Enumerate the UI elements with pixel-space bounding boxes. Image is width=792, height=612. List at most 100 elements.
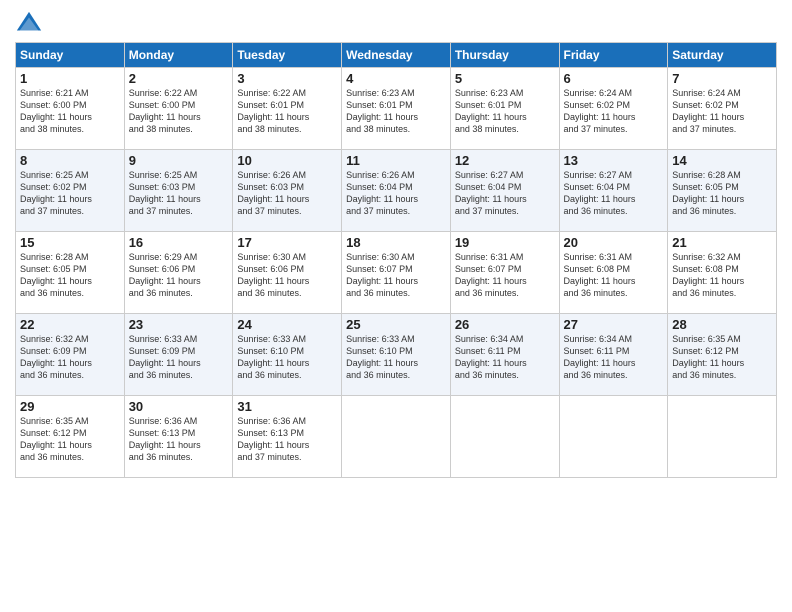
calendar-cell: 30Sunrise: 6:36 AMSunset: 6:13 PMDayligh… xyxy=(124,396,233,478)
calendar-cell: 11Sunrise: 6:26 AMSunset: 6:04 PMDayligh… xyxy=(342,150,451,232)
cell-info: Sunset: 6:10 PM xyxy=(237,345,337,357)
cell-info: Sunset: 6:03 PM xyxy=(237,181,337,193)
cell-info: Sunrise: 6:32 AM xyxy=(672,251,772,263)
cell-info: Daylight: 11 hours xyxy=(20,439,120,451)
cell-info: Daylight: 11 hours xyxy=(672,193,772,205)
cell-info: Sunset: 6:04 PM xyxy=(455,181,555,193)
cell-info: and 38 minutes. xyxy=(455,123,555,135)
cell-info: and 36 minutes. xyxy=(129,287,229,299)
cell-info: Sunset: 6:04 PM xyxy=(564,181,664,193)
calendar-cell: 22Sunrise: 6:32 AMSunset: 6:09 PMDayligh… xyxy=(16,314,125,396)
day-header-tuesday: Tuesday xyxy=(233,43,342,68)
cell-info: Daylight: 11 hours xyxy=(20,111,120,123)
logo-icon xyxy=(15,10,43,38)
calendar-cell: 9Sunrise: 6:25 AMSunset: 6:03 PMDaylight… xyxy=(124,150,233,232)
cell-info: and 37 minutes. xyxy=(346,205,446,217)
calendar-cell: 8Sunrise: 6:25 AMSunset: 6:02 PMDaylight… xyxy=(16,150,125,232)
cell-info: Sunrise: 6:22 AM xyxy=(237,87,337,99)
calendar-cell: 19Sunrise: 6:31 AMSunset: 6:07 PMDayligh… xyxy=(450,232,559,314)
cell-info: Daylight: 11 hours xyxy=(129,275,229,287)
cell-info: Daylight: 11 hours xyxy=(564,357,664,369)
calendar-cell xyxy=(450,396,559,478)
calendar-cell: 18Sunrise: 6:30 AMSunset: 6:07 PMDayligh… xyxy=(342,232,451,314)
day-number: 22 xyxy=(20,317,120,332)
cell-info: Daylight: 11 hours xyxy=(564,111,664,123)
cell-info: and 37 minutes. xyxy=(129,205,229,217)
cell-info: and 38 minutes. xyxy=(346,123,446,135)
calendar-cell: 13Sunrise: 6:27 AMSunset: 6:04 PMDayligh… xyxy=(559,150,668,232)
cell-info: Sunset: 6:11 PM xyxy=(455,345,555,357)
cell-info: Daylight: 11 hours xyxy=(237,357,337,369)
week-row-1: 1Sunrise: 6:21 AMSunset: 6:00 PMDaylight… xyxy=(16,68,777,150)
day-number: 12 xyxy=(455,153,555,168)
cell-info: Sunrise: 6:21 AM xyxy=(20,87,120,99)
cell-info: Daylight: 11 hours xyxy=(672,275,772,287)
cell-info: and 36 minutes. xyxy=(346,287,446,299)
calendar-cell: 12Sunrise: 6:27 AMSunset: 6:04 PMDayligh… xyxy=(450,150,559,232)
cell-info: Sunset: 6:04 PM xyxy=(346,181,446,193)
calendar-cell: 27Sunrise: 6:34 AMSunset: 6:11 PMDayligh… xyxy=(559,314,668,396)
cell-info: and 37 minutes. xyxy=(455,205,555,217)
day-number: 18 xyxy=(346,235,446,250)
cell-info: Daylight: 11 hours xyxy=(455,111,555,123)
cell-info: Sunrise: 6:24 AM xyxy=(672,87,772,99)
calendar-body: 1Sunrise: 6:21 AMSunset: 6:00 PMDaylight… xyxy=(16,68,777,478)
cell-info: Sunrise: 6:31 AM xyxy=(564,251,664,263)
cell-info: and 36 minutes. xyxy=(129,369,229,381)
cell-info: Daylight: 11 hours xyxy=(346,111,446,123)
cell-info: Sunset: 6:10 PM xyxy=(346,345,446,357)
cell-info: Sunset: 6:03 PM xyxy=(129,181,229,193)
cell-info: Sunrise: 6:36 AM xyxy=(237,415,337,427)
cell-info: Sunset: 6:02 PM xyxy=(20,181,120,193)
calendar-cell: 17Sunrise: 6:30 AMSunset: 6:06 PMDayligh… xyxy=(233,232,342,314)
cell-info: and 38 minutes. xyxy=(20,123,120,135)
cell-info: Daylight: 11 hours xyxy=(455,357,555,369)
cell-info: Daylight: 11 hours xyxy=(672,111,772,123)
calendar-cell: 5Sunrise: 6:23 AMSunset: 6:01 PMDaylight… xyxy=(450,68,559,150)
day-number: 25 xyxy=(346,317,446,332)
day-header-wednesday: Wednesday xyxy=(342,43,451,68)
cell-info: Sunrise: 6:27 AM xyxy=(455,169,555,181)
cell-info: Sunrise: 6:28 AM xyxy=(672,169,772,181)
cell-info: Sunset: 6:08 PM xyxy=(672,263,772,275)
day-number: 6 xyxy=(564,71,664,86)
calendar-cell xyxy=(668,396,777,478)
week-row-3: 15Sunrise: 6:28 AMSunset: 6:05 PMDayligh… xyxy=(16,232,777,314)
cell-info: Sunset: 6:07 PM xyxy=(455,263,555,275)
day-number: 8 xyxy=(20,153,120,168)
cell-info: and 37 minutes. xyxy=(672,123,772,135)
calendar-cell: 23Sunrise: 6:33 AMSunset: 6:09 PMDayligh… xyxy=(124,314,233,396)
cell-info: and 38 minutes. xyxy=(237,123,337,135)
cell-info: Sunset: 6:01 PM xyxy=(455,99,555,111)
cell-info: Sunrise: 6:34 AM xyxy=(564,333,664,345)
cell-info: Sunset: 6:11 PM xyxy=(564,345,664,357)
calendar-cell: 1Sunrise: 6:21 AMSunset: 6:00 PMDaylight… xyxy=(16,68,125,150)
day-number: 17 xyxy=(237,235,337,250)
cell-info: Sunset: 6:02 PM xyxy=(672,99,772,111)
cell-info: Sunrise: 6:25 AM xyxy=(129,169,229,181)
cell-info: Sunrise: 6:30 AM xyxy=(237,251,337,263)
calendar-cell: 31Sunrise: 6:36 AMSunset: 6:13 PMDayligh… xyxy=(233,396,342,478)
cell-info: Sunrise: 6:33 AM xyxy=(346,333,446,345)
cell-info: Daylight: 11 hours xyxy=(237,275,337,287)
day-number: 1 xyxy=(20,71,120,86)
day-number: 10 xyxy=(237,153,337,168)
cell-info: and 37 minutes. xyxy=(237,205,337,217)
day-number: 5 xyxy=(455,71,555,86)
calendar-cell xyxy=(559,396,668,478)
cell-info: Sunset: 6:06 PM xyxy=(129,263,229,275)
day-number: 31 xyxy=(237,399,337,414)
day-number: 11 xyxy=(346,153,446,168)
cell-info: Sunset: 6:05 PM xyxy=(20,263,120,275)
cell-info: Sunset: 6:13 PM xyxy=(129,427,229,439)
cell-info: Sunrise: 6:35 AM xyxy=(672,333,772,345)
day-number: 2 xyxy=(129,71,229,86)
day-number: 28 xyxy=(672,317,772,332)
cell-info: and 36 minutes. xyxy=(237,287,337,299)
calendar-cell: 14Sunrise: 6:28 AMSunset: 6:05 PMDayligh… xyxy=(668,150,777,232)
day-number: 29 xyxy=(20,399,120,414)
cell-info: and 36 minutes. xyxy=(455,287,555,299)
cell-info: Sunset: 6:00 PM xyxy=(20,99,120,111)
cell-info: Daylight: 11 hours xyxy=(237,193,337,205)
cell-info: Sunset: 6:02 PM xyxy=(564,99,664,111)
